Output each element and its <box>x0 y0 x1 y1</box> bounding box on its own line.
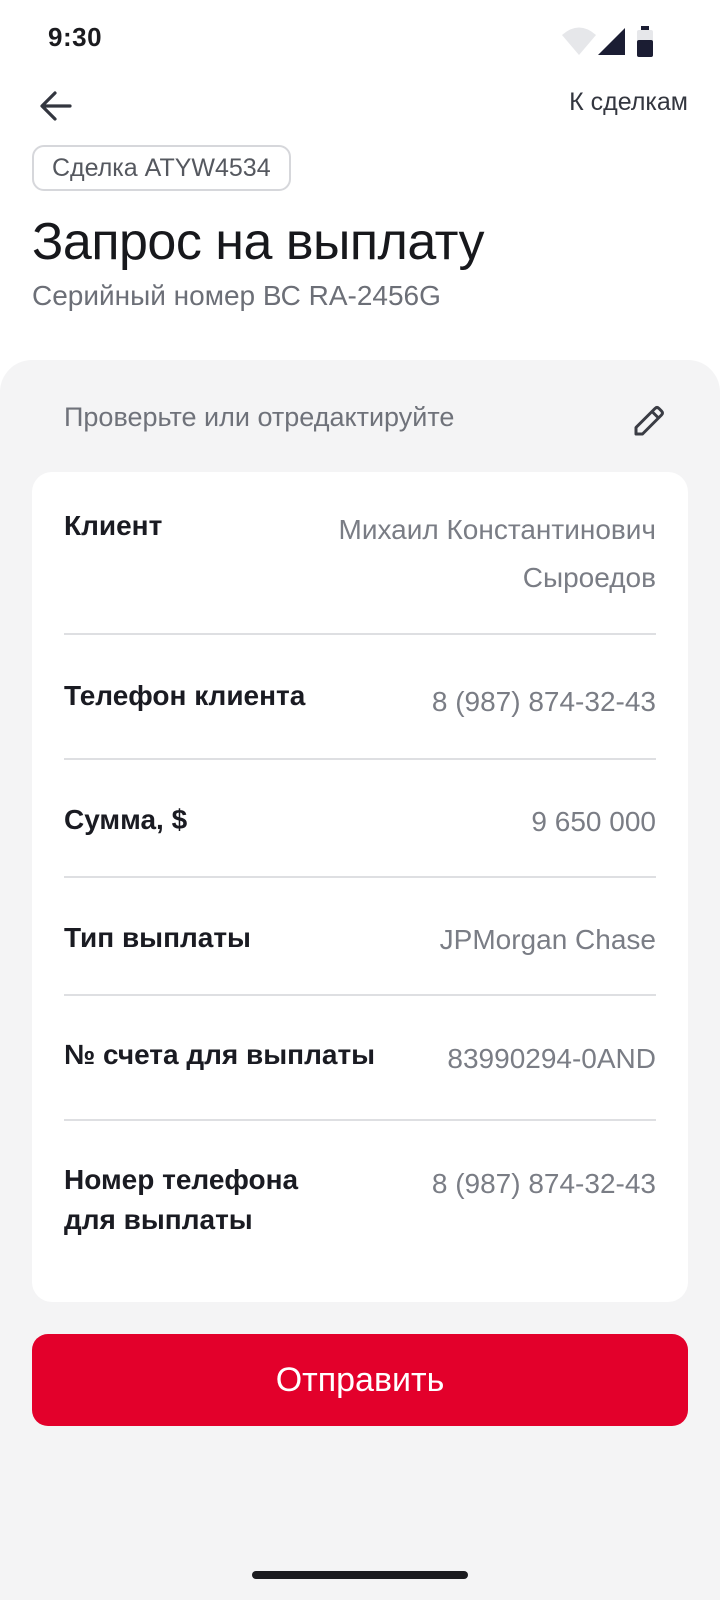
client-value: Михаил Константинович Сыроедов <box>339 506 656 602</box>
detail-row-amount[interactable]: Сумма, $ 9 650 000 <box>64 800 656 848</box>
divider <box>64 758 656 760</box>
payout-type-value: JPMorgan Chase <box>439 924 656 955</box>
client-phone-value: 8 (987) 874-32-43 <box>431 686 656 717</box>
arrow-left-icon <box>40 91 72 121</box>
detail-row-client[interactable]: Клиент Михаил Константинович Сыроедов <box>64 506 656 606</box>
status-bar: 9:30 <box>0 0 720 80</box>
divider <box>64 994 656 996</box>
detail-row-payout-type[interactable]: Тип выплаты JPMorgan Chase <box>64 918 656 966</box>
page-title: Запрос на выплату <box>32 213 485 271</box>
account-value: 83990294-0AND <box>447 1043 656 1074</box>
account-label: № счета для выплаты <box>64 1039 376 1070</box>
divider <box>64 1119 656 1121</box>
page-subtitle: Серийный номер ВС RA-2456G <box>32 280 441 311</box>
client-value-line2: Сыроедов <box>522 562 656 593</box>
client-phone-label: Телефон клиента <box>64 680 306 711</box>
review-hint: Проверьте или отредактируйте <box>64 402 455 432</box>
to-deals-link[interactable]: К сделкам <box>569 88 688 117</box>
amount-label: Сумма, $ <box>64 804 188 835</box>
status-icons <box>562 26 672 60</box>
detail-row-client-phone[interactable]: Телефон клиента 8 (987) 874-32-43 <box>64 676 656 724</box>
pencil-icon <box>634 406 664 436</box>
payout-request-screen: 9:30 К сделкам Сделка ATYW4534 Запрос на… <box>0 0 720 1600</box>
deal-id-label: Сделка ATYW4534 <box>52 153 271 182</box>
deal-id-chip: Сделка ATYW4534 <box>32 145 291 191</box>
amount-value: 9 650 000 <box>531 806 656 837</box>
submit-button[interactable]: Отправить <box>32 1334 688 1426</box>
battery-icon <box>637 26 653 57</box>
client-value-line1: Михаил Константинович <box>338 514 656 545</box>
payout-type-label: Тип выплаты <box>64 922 251 953</box>
detail-row-account[interactable]: № счета для выплаты 83990294-0AND <box>64 1035 656 1083</box>
divider <box>64 633 656 635</box>
back-button[interactable] <box>30 80 82 132</box>
client-label: Клиент <box>64 510 163 541</box>
wifi-icon <box>562 27 596 55</box>
payout-phone-label-line2: для выплаты <box>64 1204 253 1235</box>
signal-icon <box>598 28 625 55</box>
status-time: 9:30 <box>48 22 103 52</box>
payout-phone-value: 8 (987) 874-32-43 <box>431 1168 656 1199</box>
home-indicator[interactable] <box>252 1571 468 1579</box>
payout-phone-label: Номер телефона для выплаты <box>64 1160 298 1240</box>
payout-details-card: Клиент Михаил Константинович Сыроедов Те… <box>32 472 688 1302</box>
detail-row-payout-phone[interactable]: Номер телефона для выплаты 8 (987) 874-3… <box>64 1160 656 1240</box>
edit-button[interactable] <box>626 398 672 444</box>
payout-phone-label-line1: Номер телефона <box>64 1164 299 1195</box>
divider <box>64 876 656 878</box>
